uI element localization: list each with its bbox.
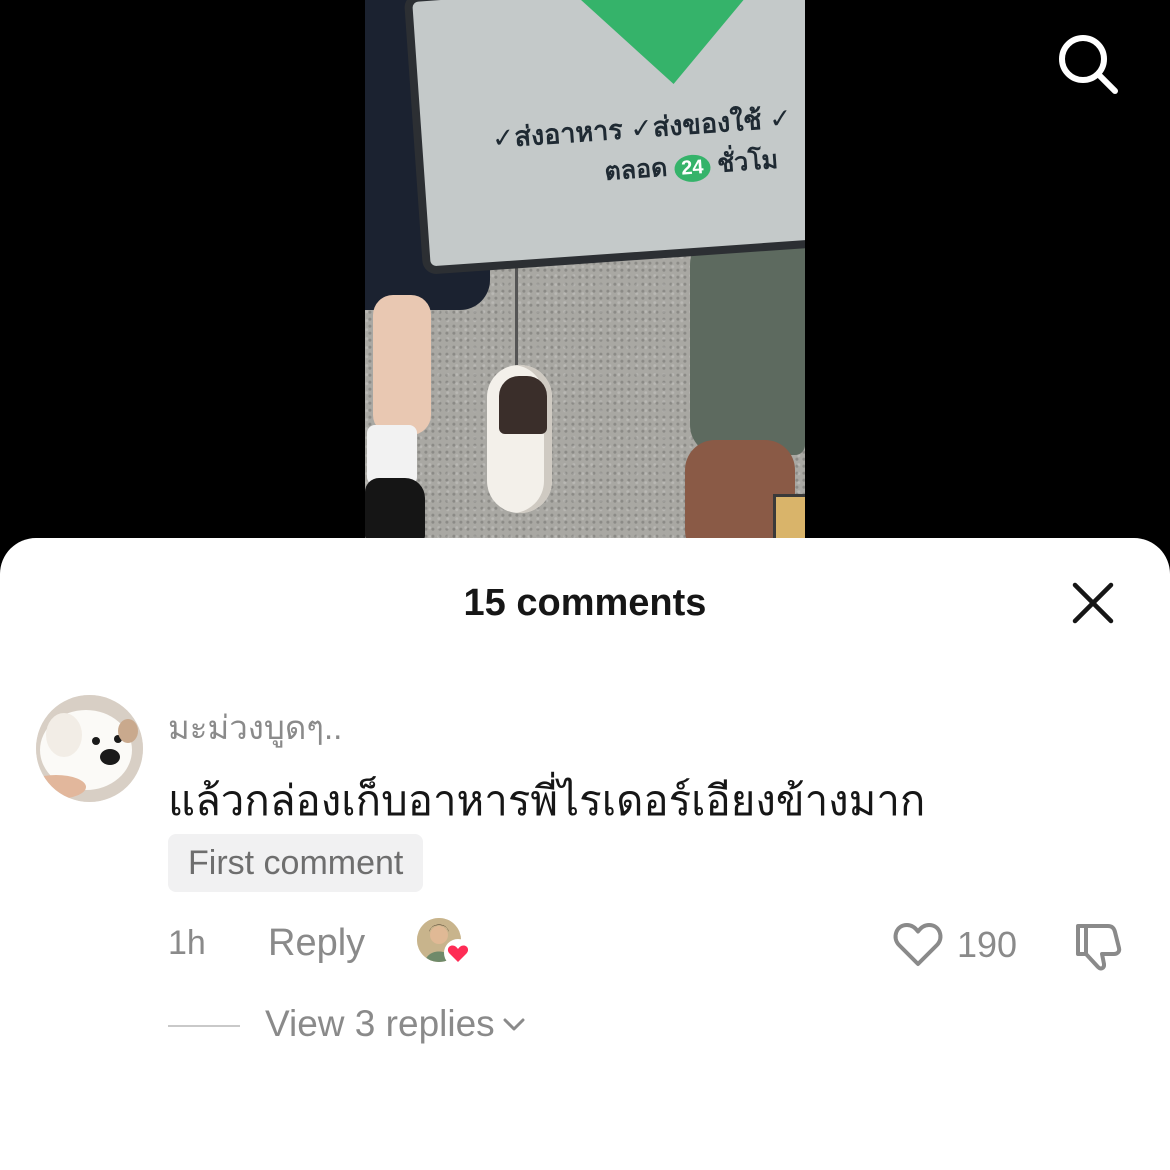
box-logo-triangle <box>550 0 789 92</box>
search-icon <box>1059 35 1118 94</box>
commenter-avatar[interactable] <box>36 695 143 802</box>
like-count: 190 <box>957 924 1018 965</box>
video-person-sock <box>367 425 417 485</box>
creator-liked-indicator <box>417 918 477 970</box>
view-replies-button[interactable]: View 3 replies <box>265 1003 527 1045</box>
box-24-badge: 24 <box>673 153 712 184</box>
search-button[interactable] <box>1048 24 1128 104</box>
video-person-shoe <box>365 478 425 540</box>
video-frame[interactable]: ✓ส่งอาหาร ✓ส่งของใช้ ✓ ตลอด 24 ชั่วโม <box>365 0 805 560</box>
video-player[interactable]: ✓ส่งอาหาร ✓ส่งของใช้ ✓ ตลอด 24 ชั่วโม <box>0 0 1170 560</box>
close-icon <box>1072 582 1114 624</box>
comment-text: แล้วกล่องเก็บอาหารพี่ไรเดอร์เอียงข้างมาก <box>168 777 926 824</box>
first-comment-badge: First comment <box>168 834 424 892</box>
comments-count-title: 15 comments <box>463 582 707 624</box>
dislike-button[interactable] <box>1068 918 1126 974</box>
dog-avatar-image <box>36 695 143 802</box>
box-text-suffix: ชั่วโม <box>716 145 780 179</box>
thumbs-down-icon <box>1076 924 1122 971</box>
video-rider-body <box>690 225 805 455</box>
plush-doll-hair <box>499 376 547 434</box>
video-person-leg <box>373 295 431 435</box>
chevron-down-icon <box>503 1018 525 1031</box>
reply-button[interactable]: Reply <box>268 922 365 965</box>
close-button[interactable] <box>1062 572 1124 634</box>
replies-divider <box>168 1025 240 1027</box>
box-text-prefix: ตลอด <box>603 153 669 186</box>
like-button[interactable] <box>890 916 946 972</box>
commenter-username[interactable]: มะม่วงบูดๆ.. <box>168 701 342 754</box>
view-replies-label: View 3 replies <box>265 1003 495 1044</box>
heart-icon <box>444 939 472 967</box>
comment-timestamp: 1h <box>168 924 206 962</box>
comments-sheet: 15 comments มะม่วงบูดๆ.. แล้วกล่องเก็บอา… <box>0 538 1170 1170</box>
delivery-box: ✓ส่งอาหาร ✓ส่งของใช้ ✓ ตลอด 24 ชั่วโม <box>403 0 805 275</box>
heart-outline-icon <box>893 923 943 966</box>
